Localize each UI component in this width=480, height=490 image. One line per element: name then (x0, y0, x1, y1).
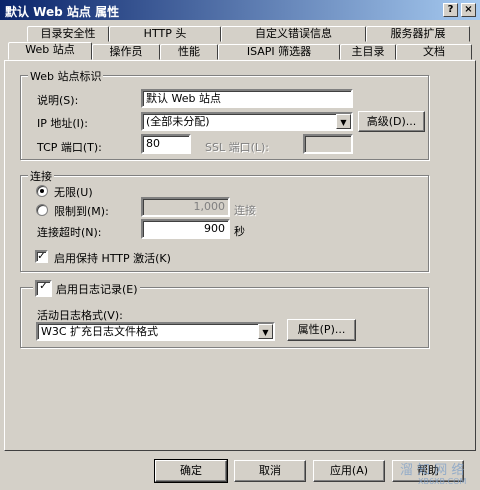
close-icon[interactable]: × (461, 3, 476, 17)
tab-home-directory[interactable]: 主目录 (340, 44, 396, 60)
identification-group-label: Web 站点标识 (28, 68, 104, 84)
tab-custom-errors[interactable]: 自定义错误信息 (221, 26, 366, 42)
advanced-button[interactable]: 高级(D)... (358, 111, 425, 132)
log-properties-button[interactable]: 属性(P)... (287, 319, 356, 341)
log-format-select[interactable]: W3C 扩充日志文件格式 ▼ (36, 322, 275, 341)
tab-documents[interactable]: 文档 (396, 44, 472, 60)
enable-logging-checkbox[interactable]: ✓ (35, 280, 52, 297)
cancel-button[interactable]: 取消 (234, 460, 306, 482)
watermark-logo: 溜 知 网 络 (400, 463, 465, 478)
ok-button[interactable]: 确定 (154, 459, 228, 483)
timeout-label: 连接超时(N): (37, 226, 102, 239)
tcp-port-label: TCP 端口(T): (37, 141, 102, 154)
connection-limit-unit: 连接 (234, 204, 256, 217)
enable-logging-label: 启用日志记录(E) (56, 282, 138, 296)
ssl-port-label: SSL 端口(L): (205, 141, 270, 154)
tab-isapi-filters[interactable]: ISAPI 筛选器 (218, 44, 340, 60)
ip-address-select[interactable]: (全部未分配) ▼ (141, 112, 353, 131)
tab-performance[interactable]: 性能 (160, 44, 218, 60)
tab-directory-security[interactable]: 目录安全性 (27, 26, 109, 42)
log-format-value: W3C 扩充日志文件格式 (41, 325, 159, 338)
window-title: 默认 Web 站点 属性 (5, 5, 120, 19)
tcp-port-input[interactable]: 80 (141, 134, 191, 154)
limited-radio[interactable] (36, 204, 48, 216)
connection-limit-input[interactable]: 1,000 (141, 197, 230, 217)
radio-selected-dot (40, 189, 44, 193)
tab-http-headers[interactable]: HTTP 头 (109, 26, 221, 42)
watermark-url: XB6XB.COM (418, 477, 467, 486)
connections-group-label: 连接 (28, 168, 54, 184)
ip-address-label: IP 地址(I): (37, 117, 88, 130)
ssl-port-input[interactable] (303, 134, 353, 154)
keepalive-checkbox[interactable]: ✓ (35, 250, 48, 263)
chevron-down-icon[interactable]: ▼ (258, 324, 273, 339)
apply-button[interactable]: 应用(A) (313, 460, 385, 482)
log-format-label: 活动日志格式(V): (37, 309, 123, 322)
tab-operators[interactable]: 操作员 (92, 44, 160, 60)
description-input[interactable]: 默认 Web 站点 (141, 89, 353, 108)
chevron-down-icon[interactable]: ▼ (336, 114, 351, 129)
tab-web-site[interactable]: Web 站点 (8, 42, 92, 60)
tab-server-extensions[interactable]: 服务器扩展 (366, 26, 470, 42)
help-title-button[interactable]: ? (443, 3, 458, 17)
unlimited-radio[interactable] (36, 185, 48, 197)
timeout-input[interactable]: 900 (141, 219, 230, 239)
limited-label: 限制到(M): (54, 205, 109, 218)
keepalive-label: 启用保持 HTTP 激活(K) (54, 252, 171, 265)
description-label: 说明(S): (37, 94, 79, 107)
unlimited-label: 无限(U) (54, 186, 93, 199)
timeout-unit: 秒 (234, 225, 245, 238)
logging-group-header: ✓ 启用日志记录(E) (33, 280, 140, 297)
ip-address-value: (全部未分配) (146, 115, 210, 128)
